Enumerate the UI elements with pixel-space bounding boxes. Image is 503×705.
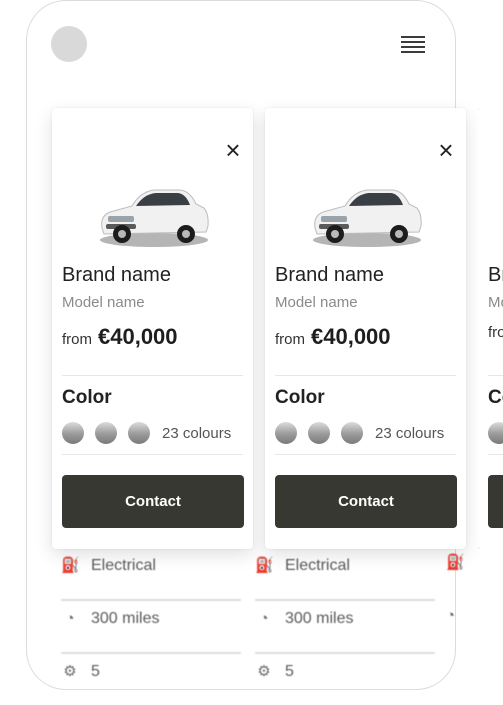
color-swatches	[488, 422, 503, 444]
divider	[275, 454, 456, 455]
divider	[62, 454, 243, 455]
divider	[62, 375, 243, 376]
brand-name: Brand name	[275, 264, 384, 286]
price-prefix: fro	[488, 324, 503, 341]
car-card: × Brand name Model name from €40,000 Colo…	[265, 108, 466, 549]
model-name: Model name	[275, 294, 358, 311]
price: fro	[488, 324, 503, 342]
close-icon[interactable]: ×	[223, 137, 243, 163]
gear-icon: ⚙	[257, 663, 271, 680]
spec-text: Electrical	[91, 557, 156, 574]
color-swatch[interactable]	[95, 422, 117, 444]
color-swatch[interactable]	[488, 422, 503, 444]
speedometer-icon: ◔	[259, 610, 269, 627]
car-card: × Brand name Model name from €40,000 Colo…	[52, 108, 253, 549]
color-swatch[interactable]	[308, 422, 330, 444]
close-icon[interactable]: ×	[436, 137, 456, 163]
car-image	[313, 189, 422, 247]
price: from €40,000	[62, 324, 178, 350]
spec-text: 300 miles	[91, 610, 160, 627]
gear-icon: ⚙	[63, 663, 77, 680]
fuel-icon: ⛽	[255, 557, 274, 574]
price-amount: €40,000	[98, 324, 178, 349]
brand-name: Br	[488, 264, 503, 286]
color-swatch[interactable]	[275, 422, 297, 444]
price: from €40,000	[275, 324, 391, 350]
fuel-icon: ⛽	[61, 557, 80, 574]
price-prefix: from	[275, 331, 305, 348]
speedometer-icon: ◔	[446, 607, 456, 624]
car-image	[100, 189, 209, 247]
color-title: Color	[275, 387, 325, 408]
spec-row: ◔ 300 miles	[61, 601, 241, 654]
color-title: Color	[62, 387, 112, 408]
spec-text: Electrical	[285, 557, 350, 574]
colours-count: 23 colours	[162, 424, 232, 442]
colours-count: 23 colours	[375, 424, 445, 442]
spec-text: 5	[91, 663, 100, 680]
spec-list-partial: ⛽ ◔	[446, 548, 466, 654]
contact-button[interactable]: Contact	[275, 475, 457, 528]
avatar[interactable]	[51, 26, 87, 62]
color-swatches: 23 colours	[275, 422, 444, 444]
price-amount: €40,000	[311, 324, 391, 349]
divider	[488, 375, 503, 376]
car-card: Br Mo fro Co	[478, 108, 503, 549]
color-swatch[interactable]	[128, 422, 150, 444]
fuel-icon: ⛽	[446, 554, 465, 571]
brand-name: Brand name	[62, 264, 171, 286]
spec-row: ◔ 300 miles	[255, 601, 435, 654]
speedometer-icon: ◔	[65, 610, 75, 627]
model-name: Model name	[62, 294, 145, 311]
spec-row: ⛽ Electrical	[61, 548, 241, 601]
contact-button[interactable]	[488, 475, 503, 528]
car-card-partial-clip: Br Mo fro Co	[478, 108, 503, 549]
spec-list: ⛽ Electrical ◔ 300 miles ⚙ 5	[255, 548, 435, 705]
hamburger-menu-icon[interactable]	[401, 36, 425, 54]
spec-row: ⛽ Electrical	[255, 548, 435, 601]
divider	[488, 454, 503, 455]
model-name: Mo	[488, 294, 503, 311]
color-title: Co	[488, 387, 503, 408]
spec-text: 5	[285, 663, 294, 680]
color-swatches: 23 colours	[62, 422, 231, 444]
spec-row: ⚙ 5	[61, 654, 241, 705]
color-swatch[interactable]	[62, 422, 84, 444]
spec-row: ⚙ 5	[255, 654, 435, 705]
contact-button[interactable]: Contact	[62, 475, 244, 528]
price-prefix: from	[62, 331, 92, 348]
divider	[275, 375, 456, 376]
spec-list: ⛽ Electrical ◔ 300 miles ⚙ 5	[61, 548, 241, 705]
color-swatch[interactable]	[341, 422, 363, 444]
spec-text: 300 miles	[285, 610, 354, 627]
